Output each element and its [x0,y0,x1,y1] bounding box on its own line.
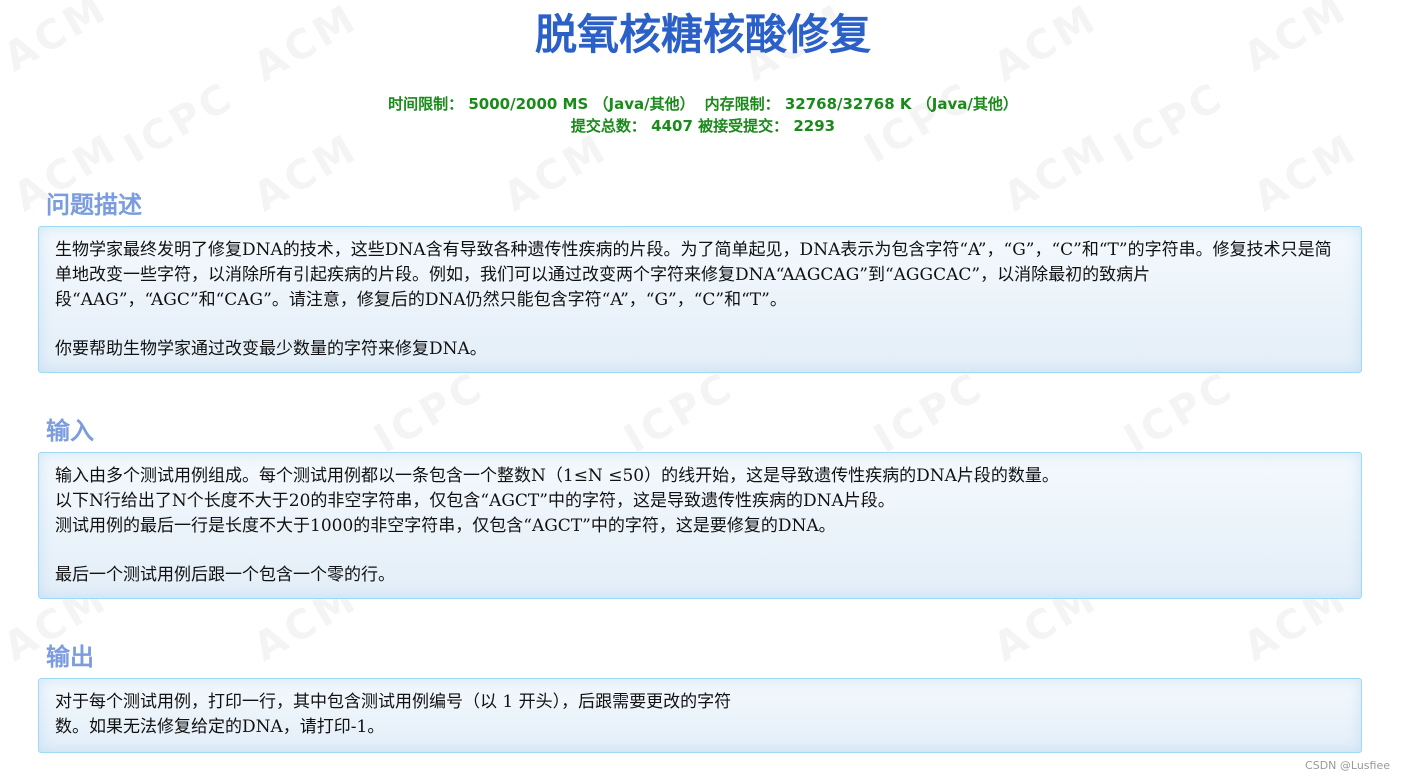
input-line: 以下N行给出了N个长度不大于20的非空字符串，仅包含“AGCT”中的字符，这是导… [55,491,895,511]
watermark-acm: ACM [496,125,616,221]
watermark-icpc: ICPC [866,363,992,462]
description-box: 生物学家最终发明了修复DNA的技术，这些DNA含有导致各种遗传性疾病的片段。为了… [38,226,1362,373]
submission-stats: 提交总数： 4407 被接受提交： 2293 [570,117,836,135]
problem-title: 脱氧核糖核酸修复 [534,10,871,59]
watermark-icpc: ICPC [366,363,492,462]
memory-limit: 内存限制： 32768/32768 K （Java/其他） [704,95,1018,113]
limits-line-1: 时间限制： 5000/2000 MS （Java/其他） 内存限制： 32768/… [0,93,1406,115]
csdn-credit: CSDN @Lusfiee [1305,759,1390,772]
output-box: 对于每个测试用例，打印一行，其中包含测试用例编号（以 1 开头），后跟需要更改的… [38,678,1362,753]
problem-limits: 时间限制： 5000/2000 MS （Java/其他） 内存限制： 32768/… [0,93,1406,137]
input-heading: 输入 [46,417,94,445]
input-line: 最后一个测试用例后跟一个包含一个零的行。 [55,565,395,585]
input-line: 输入由多个测试用例组成。每个测试用例都以一条包含一个整数N（1≤N ≤50）的线… [55,466,1059,486]
watermark-icpc: ICPC [1116,363,1242,462]
watermark-acm: ACM [1246,125,1366,221]
description-paragraph: 你要帮助生物学家通过改变最少数量的字符来修复DNA。 [55,339,487,359]
input-line: 测试用例的最后一行是长度不大于1000的非空字符串，仅包含“AGCT”中的字符，… [55,516,836,536]
input-box: 输入由多个测试用例组成。每个测试用例都以一条包含一个整数N（1≤N ≤50）的线… [38,452,1362,599]
time-limit: 时间限制： 5000/2000 MS （Java/其他） [388,95,695,113]
watermark-icpc: ICPC [616,363,742,462]
watermark-acm: ACM [996,125,1116,221]
output-heading: 输出 [46,643,94,671]
watermark-acm: ACM [246,125,366,221]
description-paragraph: 生物学家最终发明了修复DNA的技术，这些DNA含有导致各种遗传性疾病的片段。为了… [55,240,1332,310]
output-line: 数。如果无法修复给定的DNA，请打印-1。 [55,717,385,737]
output-line: 对于每个测试用例，打印一行，其中包含测试用例编号（以 1 开头），后跟需要更改的… [55,692,732,712]
description-heading: 问题描述 [46,191,142,219]
